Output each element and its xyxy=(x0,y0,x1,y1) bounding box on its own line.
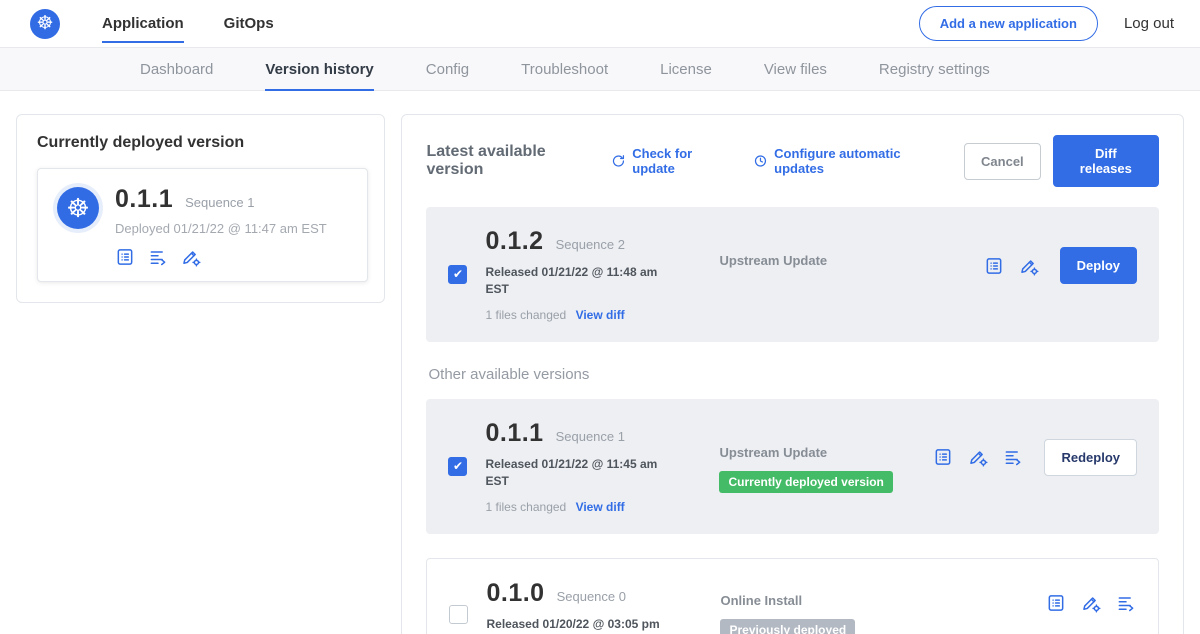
check-for-update-label: Check for update xyxy=(632,146,731,176)
app-subnav: Dashboard Version history Config Trouble… xyxy=(0,48,1200,91)
released-timestamp: Released 01/21/22 @ 11:48 am EST xyxy=(485,264,671,299)
version-info: 0.1.2 Sequence 2 Released 01/21/22 @ 11:… xyxy=(485,227,701,322)
source-label: Online Install xyxy=(720,593,916,608)
version-row-0-1-1: 0.1.1 Sequence 1 Released 01/21/22 @ 11:… xyxy=(426,399,1159,534)
version-source: Upstream Update Currently deployed versi… xyxy=(719,445,915,493)
version-number: 0.1.0 xyxy=(486,579,544,608)
clock-icon xyxy=(753,153,768,169)
version-number: 0.1.2 xyxy=(485,227,543,256)
edit-config-icon[interactable] xyxy=(181,247,201,267)
main-content: Currently deployed version ☸ 0.1.1 Seque… xyxy=(0,91,1200,634)
kubernetes-app-icon: ☸ xyxy=(57,187,99,229)
subnav-tab-dashboard[interactable]: Dashboard xyxy=(140,48,213,91)
sequence-label: Sequence 2 xyxy=(556,237,625,252)
subnav-tab-troubleshoot[interactable]: Troubleshoot xyxy=(521,48,608,91)
subnav-tab-config[interactable]: Config xyxy=(426,48,469,91)
edit-config-icon[interactable] xyxy=(1019,256,1039,276)
logout-link[interactable]: Log out xyxy=(1124,15,1174,32)
version-info: 0.1.1 Sequence 1 Released 01/21/22 @ 11:… xyxy=(485,419,701,514)
subnav-tab-version-history[interactable]: Version history xyxy=(265,48,373,91)
deployed-version-number: 0.1.1 xyxy=(115,185,173,214)
topnav-right: Add a new application Log out xyxy=(919,6,1174,41)
add-new-application-button[interactable]: Add a new application xyxy=(919,6,1098,41)
files-changed-line: 1 files changed View diff xyxy=(485,500,701,514)
view-diff-link[interactable]: View diff xyxy=(576,308,625,322)
tab-application[interactable]: Application xyxy=(102,0,184,48)
row-spacer xyxy=(426,534,1159,558)
view-diff-link[interactable]: View diff xyxy=(576,500,625,514)
deployed-version-card: ☸ 0.1.1 Sequence 1 Deployed 01/21/22 @ 1… xyxy=(37,168,368,282)
version-actions xyxy=(1046,593,1136,613)
diff-select-checkbox[interactable] xyxy=(448,457,467,476)
tab-gitops-label: GitOps xyxy=(224,15,274,32)
previously-deployed-badge: Previously deployed xyxy=(720,619,855,634)
deployed-actions xyxy=(115,247,327,267)
deployed-version-info: 0.1.1 Sequence 1 Deployed 01/21/22 @ 11:… xyxy=(115,185,327,267)
currently-deployed-card: Currently deployed version ☸ 0.1.1 Seque… xyxy=(16,114,385,303)
edit-config-icon[interactable] xyxy=(968,447,988,467)
configure-auto-updates-link[interactable]: Configure automatic updates xyxy=(753,146,942,176)
version-row-0-1-0: 0.1.0 Sequence 0 Released 01/20/22 @ 03:… xyxy=(426,558,1159,634)
check-for-update-link[interactable]: Check for update xyxy=(611,146,731,176)
kubernetes-logo-icon[interactable]: ☸ xyxy=(30,9,60,39)
latest-available-title: Latest available version xyxy=(426,143,595,179)
edit-config-icon[interactable] xyxy=(1081,593,1101,613)
subnav-tab-registry-settings[interactable]: Registry settings xyxy=(879,48,990,91)
diff-icon[interactable] xyxy=(1116,593,1136,613)
k8s-wheel-glyph: ☸ xyxy=(36,12,53,35)
sequence-label: Sequence 1 xyxy=(556,429,625,444)
version-history-card: Latest available version Check for updat… xyxy=(401,114,1184,634)
release-notes-icon[interactable] xyxy=(115,247,135,267)
version-row-0-1-2: 0.1.2 Sequence 2 Released 01/21/22 @ 11:… xyxy=(426,207,1159,342)
deployed-card-title: Currently deployed version xyxy=(37,134,368,152)
released-timestamp: Released 01/21/22 @ 11:45 am EST xyxy=(485,456,671,491)
diff-select-checkbox[interactable] xyxy=(448,265,467,284)
version-source: Online Install Previously deployed xyxy=(720,593,916,634)
diff-icon[interactable] xyxy=(148,247,168,267)
version-actions: Deploy xyxy=(984,247,1137,284)
k8s-wheel-glyph: ☸ xyxy=(66,193,89,224)
deployed-sequence-label: Sequence 1 xyxy=(185,195,254,210)
cancel-button[interactable]: Cancel xyxy=(964,143,1041,180)
diff-releases-button[interactable]: Diff releases xyxy=(1053,135,1159,187)
diff-select-checkbox[interactable] xyxy=(449,605,468,624)
version-actions: Redeploy xyxy=(933,439,1137,476)
tab-gitops[interactable]: GitOps xyxy=(224,0,274,48)
configure-auto-updates-label: Configure automatic updates xyxy=(774,146,942,176)
version-number: 0.1.1 xyxy=(485,419,543,448)
release-notes-icon[interactable] xyxy=(1046,593,1066,613)
source-label: Upstream Update xyxy=(719,253,915,268)
other-versions-label: Other available versions xyxy=(428,366,1157,383)
sequence-label: Sequence 0 xyxy=(557,589,626,604)
latest-available-header: Latest available version Check for updat… xyxy=(426,135,1159,187)
subnav-tab-license[interactable]: License xyxy=(660,48,712,91)
version-info: 0.1.0 Sequence 0 Released 01/20/22 @ 03:… xyxy=(486,579,702,634)
deploy-button[interactable]: Deploy xyxy=(1060,247,1137,284)
currently-deployed-badge: Currently deployed version xyxy=(719,471,892,493)
redeploy-button[interactable]: Redeploy xyxy=(1044,439,1137,476)
files-changed-label: 1 files changed xyxy=(485,500,566,514)
files-changed-label: 1 files changed xyxy=(485,308,566,322)
release-notes-icon[interactable] xyxy=(933,447,953,467)
released-timestamp: Released 01/20/22 @ 03:05 pm EST xyxy=(486,616,672,634)
deployed-timestamp: Deployed 01/21/22 @ 11:47 am EST xyxy=(115,221,327,236)
release-notes-icon[interactable] xyxy=(984,256,1004,276)
diff-icon[interactable] xyxy=(1003,447,1023,467)
source-label: Upstream Update xyxy=(719,445,915,460)
tab-application-label: Application xyxy=(102,15,184,32)
top-navbar: ☸ Application GitOps Add a new applicati… xyxy=(0,0,1200,48)
subnav-tab-view-files[interactable]: View files xyxy=(764,48,827,91)
files-changed-line: 1 files changed View diff xyxy=(485,308,701,322)
refresh-icon xyxy=(611,153,626,169)
version-source: Upstream Update xyxy=(719,253,915,268)
